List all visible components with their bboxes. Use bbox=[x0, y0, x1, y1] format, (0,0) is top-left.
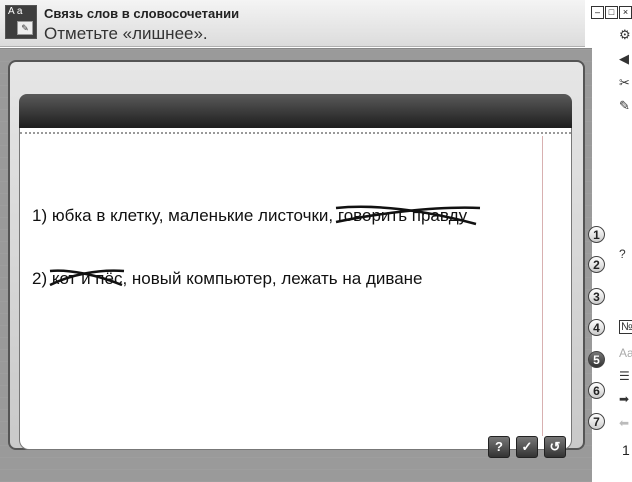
app-logo-icon: A a ✎ bbox=[5, 5, 37, 39]
minimize-button[interactable]: – bbox=[591, 6, 604, 19]
struck-phrase-1[interactable]: говорить правду bbox=[335, 205, 480, 226]
task-instruction: Отметьте «лишнее». bbox=[44, 24, 208, 43]
sound-icon[interactable]: ◀ bbox=[619, 52, 632, 66]
arrow-right-icon[interactable]: ➡ bbox=[619, 392, 629, 406]
step-5[interactable]: 5 bbox=[588, 351, 605, 368]
step-4[interactable]: 4 bbox=[588, 319, 605, 336]
restore-button[interactable]: □ bbox=[605, 6, 618, 19]
step-6[interactable]: 6 bbox=[588, 382, 605, 399]
pen-icon: ✎ bbox=[17, 21, 33, 35]
hint-button[interactable]: ? bbox=[488, 436, 510, 458]
window-controls: – □ × bbox=[591, 6, 632, 19]
exercise-panel: 1) юбка в клетку, маленькие листочки, го… bbox=[19, 128, 572, 450]
panel-header bbox=[19, 94, 572, 128]
reset-button[interactable]: ↺ bbox=[544, 436, 566, 458]
arrow-left-icon[interactable]: ⬅ bbox=[619, 416, 629, 430]
logo-text: A a bbox=[8, 6, 23, 17]
font-icon[interactable]: Aa bbox=[619, 346, 632, 360]
step-1[interactable]: 1 bbox=[588, 226, 605, 243]
action-buttons: ? ✓ ↺ bbox=[488, 436, 566, 458]
tools-icon[interactable]: ✂ bbox=[619, 76, 632, 90]
pencil-icon[interactable]: ✎ bbox=[619, 99, 632, 113]
gear-icon[interactable]: ⚙ bbox=[619, 28, 632, 42]
torn-edge bbox=[20, 132, 571, 137]
page-title: Связь слов в словосочетании bbox=[44, 6, 240, 21]
line-2-suffix: , новый компьютер, лежать на диване bbox=[122, 269, 423, 288]
help-icon[interactable]: ? bbox=[619, 247, 626, 261]
strike-mark-1 bbox=[335, 205, 480, 226]
strike-mark-2 bbox=[49, 269, 124, 287]
step-3[interactable]: 3 bbox=[588, 288, 605, 305]
margin-rule bbox=[542, 136, 543, 436]
struck-phrase-2[interactable]: кот и пёс bbox=[49, 269, 124, 289]
step-7[interactable]: 7 bbox=[588, 413, 605, 430]
answer-line-1: 1) юбка в клетку, маленькие листочки, го… bbox=[32, 205, 480, 226]
page-number: 1 bbox=[622, 442, 630, 458]
number-icon[interactable]: № bbox=[619, 320, 632, 334]
close-button[interactable]: × bbox=[619, 6, 632, 19]
line-1-text: 1) юбка в клетку, маленькие листочки, bbox=[32, 206, 338, 225]
step-2[interactable]: 2 bbox=[588, 256, 605, 273]
answer-line-2: 2) кот и пёс, новый компьютер, лежать на… bbox=[32, 269, 423, 289]
check-button[interactable]: ✓ bbox=[516, 436, 538, 458]
title-bar: A a ✎ Связь слов в словосочетании Отметь… bbox=[0, 0, 585, 47]
list-icon[interactable]: ☰ bbox=[619, 369, 630, 383]
